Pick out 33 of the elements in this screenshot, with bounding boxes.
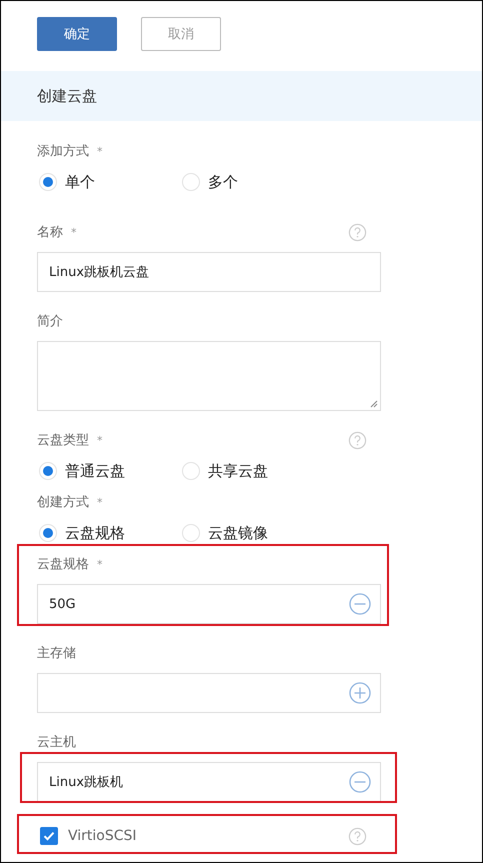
select-field[interactable]: Linux跳板机 (37, 762, 381, 802)
required-mark: * (97, 144, 102, 158)
field-label: 云主机 (37, 734, 76, 751)
remove-icon[interactable] (349, 593, 371, 615)
field-label: 云盘类型 (37, 432, 89, 449)
radio-option[interactable]: 共享云盘 (180, 460, 323, 482)
radio-option[interactable]: 普通云盘 (37, 460, 180, 482)
help-icon[interactable] (348, 430, 367, 450)
form-button[interactable]: 确定 (37, 17, 117, 51)
radio-option[interactable]: 多个 (180, 171, 323, 193)
help-icon[interactable] (348, 826, 367, 846)
resize-grip-icon[interactable] (370, 400, 378, 408)
required-mark: * (97, 434, 102, 446)
field-label: 创建方式 (37, 494, 89, 511)
field-label: 主存储 (37, 645, 76, 662)
required-mark: * (71, 226, 76, 238)
add-icon[interactable] (349, 682, 371, 704)
select-field[interactable]: 50G (37, 584, 381, 624)
checkbox[interactable]: VirtioSCSI (37, 827, 137, 845)
field-label: 云盘规格 (37, 556, 89, 573)
section-header: 创建云盘 (1, 71, 482, 121)
radio-option[interactable]: 云盘镜像 (180, 522, 323, 544)
required-mark: * (97, 558, 102, 570)
field-label: 添加方式 (37, 143, 89, 160)
radio-option[interactable]: 云盘规格 (37, 522, 180, 544)
remove-icon[interactable] (349, 771, 371, 793)
text-field[interactable]: Linux跳板机云盘 (37, 252, 381, 292)
select-field[interactable] (37, 673, 381, 713)
field-label: 名称 (37, 224, 63, 241)
required-mark: * (97, 496, 102, 508)
help-icon[interactable] (348, 222, 367, 242)
field-label: 简介 (37, 313, 63, 330)
radio-option[interactable]: 单个 (37, 171, 180, 193)
